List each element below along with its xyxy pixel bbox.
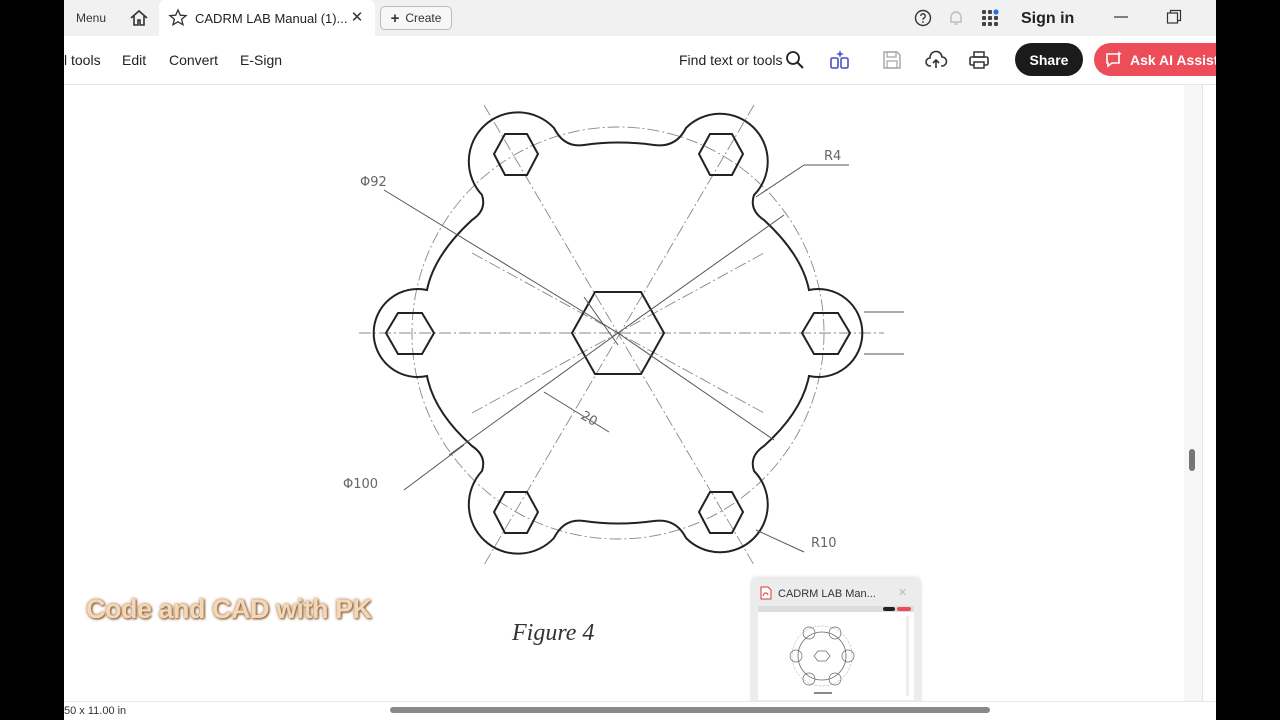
document-tab[interactable]: CADRM LAB Manual (1)... ✕ <box>159 0 375 36</box>
dimension-phi92: Φ92 <box>360 175 387 190</box>
help-icon[interactable] <box>914 9 932 27</box>
create-label: Create <box>405 11 442 25</box>
figure-caption: Figure 4 <box>512 620 595 646</box>
minimize-icon[interactable] <box>1114 8 1128 26</box>
right-side-panel <box>1202 85 1216 701</box>
plus-icon: + <box>390 9 400 27</box>
ask-ai-assistant-button[interactable]: Ask AI Assistant <box>1094 43 1216 76</box>
ai-assistant-icon <box>1106 50 1122 68</box>
vertical-scrollbar-thumb[interactable] <box>1189 449 1195 471</box>
document-page[interactable]: Φ92 R4 10 20 Φ100 R10 Figure 4 Code and … <box>64 85 1184 701</box>
bell-icon[interactable] <box>947 9 965 27</box>
ask-ai-label: Ask AI Assistant <box>1130 51 1216 68</box>
menu-button[interactable]: Menu <box>64 8 106 28</box>
menu-label: Menu <box>76 11 107 25</box>
sign-in-link[interactable]: Sign in <box>1021 10 1074 28</box>
preview-title: CADRM LAB Man... <box>778 588 876 600</box>
find-text-label[interactable]: Find text or tools <box>679 52 783 68</box>
acrobat-window: Menu CADRM LAB Manual (1)... ✕ + Create <box>64 0 1216 720</box>
ai-tools-icon[interactable] <box>828 48 852 72</box>
preview-thumbnail-image <box>758 606 914 700</box>
cloud-upload-icon[interactable] <box>924 48 948 72</box>
thumbnail-drawing <box>758 606 914 696</box>
main-toolbar: l tools Edit Convert E-Sign Find text or… <box>64 36 1216 85</box>
all-tools-tab[interactable]: l tools <box>64 52 101 68</box>
dimension-20: 20 <box>578 408 600 429</box>
tab-title: CADRM LAB Manual (1)... <box>195 11 348 26</box>
convert-tab[interactable]: Convert <box>169 52 218 68</box>
close-tab-icon[interactable]: ✕ <box>348 9 366 27</box>
star-icon[interactable] <box>168 8 188 28</box>
dimension-r10: R10 <box>811 536 837 551</box>
vertical-scroll-track[interactable] <box>1184 85 1202 701</box>
esign-tab[interactable]: E-Sign <box>240 52 282 68</box>
preview-close-icon[interactable]: ✕ <box>898 586 907 599</box>
dimension-phi100: Φ100 <box>343 477 378 492</box>
share-label: Share <box>1029 51 1069 68</box>
create-button[interactable]: + Create <box>380 6 452 30</box>
page-size-readout: 50 x 11.00 in <box>64 705 127 717</box>
print-icon[interactable] <box>967 48 991 72</box>
home-icon[interactable] <box>128 7 150 29</box>
pdf-file-icon <box>760 586 772 600</box>
search-icon[interactable] <box>784 49 806 71</box>
save-icon[interactable] <box>881 49 903 71</box>
dimension-r4: R4 <box>824 149 841 164</box>
restore-icon[interactable] <box>1166 9 1182 25</box>
horizontal-scrollbar-thumb[interactable] <box>390 707 990 713</box>
cad-drawing: Φ92 R4 10 20 Φ100 R10 <box>343 104 904 566</box>
title-bar: Menu CADRM LAB Manual (1)... ✕ + Create <box>64 0 1216 36</box>
window-preview-thumbnail[interactable]: CADRM LAB Man... ✕ <box>752 578 920 704</box>
apps-grid-icon[interactable] <box>980 8 1000 28</box>
share-button[interactable]: Share <box>1015 43 1083 76</box>
channel-watermark: Code and CAD with PK <box>86 594 372 624</box>
edit-tab[interactable]: Edit <box>122 52 146 68</box>
